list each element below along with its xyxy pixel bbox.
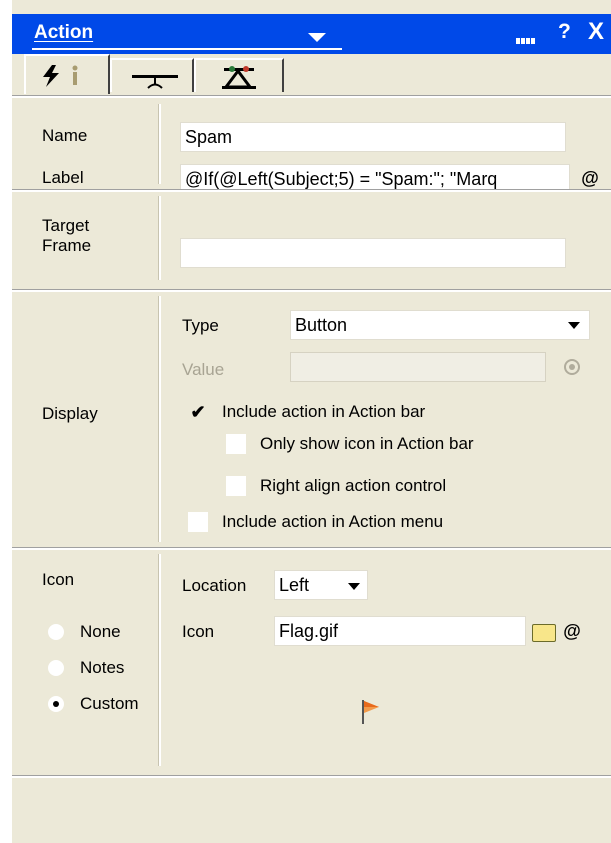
icon-option-none: None (80, 622, 121, 641)
include-action-bar-label: Include action in Action bar (222, 402, 426, 421)
type-select[interactable]: Button (290, 310, 590, 340)
icon-radio-notes[interactable] (48, 660, 64, 676)
label-formula-button[interactable]: @ (578, 167, 602, 191)
section-divider (158, 296, 161, 542)
icon-formula-button[interactable]: @ (560, 620, 584, 644)
icon-file-field[interactable]: Flag.gif (274, 616, 526, 646)
close-button[interactable]: X (588, 18, 604, 46)
right-align-label: Right align action control (260, 476, 447, 495)
advanced-icon (222, 66, 256, 89)
icon-option-custom: Custom (80, 694, 139, 713)
tab-advanced[interactable] (194, 58, 284, 92)
chevron-down-icon[interactable] (348, 583, 360, 590)
resize-grip-icon[interactable] (516, 31, 538, 44)
footer-section (12, 776, 611, 832)
section-divider (158, 104, 161, 184)
title-underline (32, 48, 342, 50)
icon-radio-custom[interactable] (48, 696, 64, 712)
right-align-checkbox[interactable] (226, 476, 246, 496)
flag-icon (362, 700, 379, 724)
display-label: Display (42, 404, 98, 423)
icon-option-notes: Notes (80, 658, 125, 677)
hide-when-icon (132, 75, 178, 89)
value-label: Value (182, 360, 225, 379)
name-field[interactable]: Spam (180, 122, 566, 152)
value-field[interactable] (290, 352, 546, 382)
icon-label: Icon (182, 622, 215, 641)
action-properties-panel: Action ? X Name Spam Label @If(@Left(Sub… (10, 0, 611, 843)
section-divider (158, 554, 161, 766)
folder-icon[interactable] (532, 624, 556, 642)
only-show-icon-checkbox[interactable] (226, 434, 246, 454)
icon-section-label: Icon (42, 570, 75, 589)
icon-radio-none[interactable] (48, 624, 64, 640)
help-button[interactable]: ? (558, 20, 571, 44)
chevron-down-icon[interactable] (568, 322, 580, 329)
panel-title: Action (34, 22, 94, 43)
section-divider (158, 196, 161, 280)
only-show-icon-label: Only show icon in Action bar (260, 434, 474, 453)
tab-hide-when[interactable] (110, 58, 194, 92)
info-icon (72, 65, 78, 85)
formula-icon[interactable] (562, 357, 582, 377)
tab-action-info[interactable] (24, 54, 110, 94)
location-label: Location (182, 576, 247, 595)
display-section: Display Type Button Value ✔ Include acti… (12, 290, 611, 546)
label-label: Label (42, 168, 84, 187)
include-action-menu-label: Include action in Action menu (222, 512, 444, 531)
basics-section: Name Spam Label @If(@Left(Subject;5) = "… (12, 96, 611, 194)
target-frame-label: Target Frame (42, 216, 92, 255)
include-action-bar-checkbox[interactable]: ✔ (188, 402, 208, 422)
type-label: Type (182, 316, 219, 335)
lightning-icon (43, 65, 59, 87)
properties-type-dropdown-arrow[interactable] (308, 33, 326, 42)
target-frame-field[interactable] (180, 238, 566, 268)
target-frame-section: Target Frame (12, 190, 611, 284)
title-bar: Action ? X (12, 14, 611, 54)
name-label: Name (42, 126, 88, 145)
icon-section: Icon None Notes Custom Location Left Ico… (12, 548, 611, 772)
include-action-menu-checkbox[interactable] (188, 512, 208, 532)
